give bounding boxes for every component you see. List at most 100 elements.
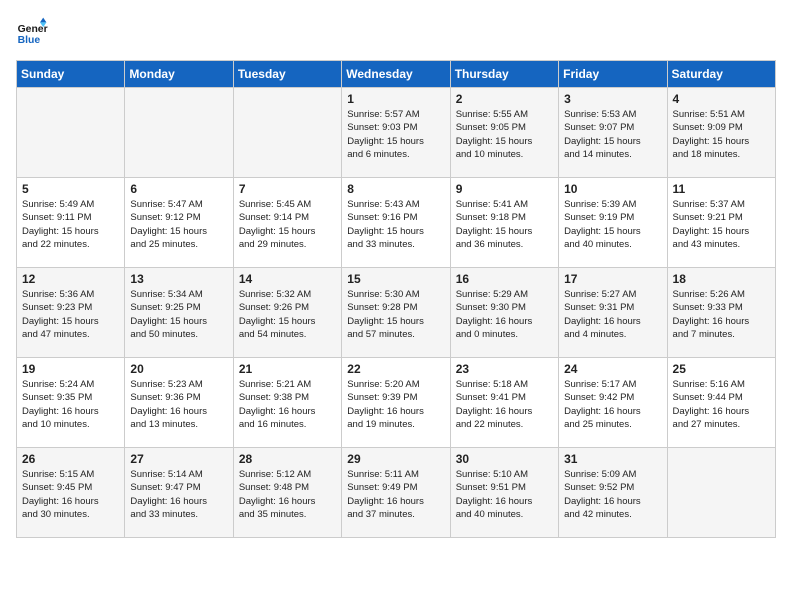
calendar-cell: 13 Sunrise: 5:34 AMSunset: 9:25 PMDayligh… [125,268,233,358]
week-row-2: 5 Sunrise: 5:49 AMSunset: 9:11 PMDaylight… [17,178,776,268]
cell-content: Sunrise: 5:55 AMSunset: 9:05 PMDaylight:… [456,108,553,161]
cell-content: Sunrise: 5:26 AMSunset: 9:33 PMDaylight:… [673,288,770,341]
cell-content: Sunrise: 5:36 AMSunset: 9:23 PMDaylight:… [22,288,119,341]
calendar-cell: 26 Sunrise: 5:15 AMSunset: 9:45 PMDayligh… [17,448,125,538]
col-header-tuesday: Tuesday [233,61,341,88]
cell-content: Sunrise: 5:32 AMSunset: 9:26 PMDaylight:… [239,288,336,341]
day-number: 19 [22,362,119,376]
calendar-cell: 11 Sunrise: 5:37 AMSunset: 9:21 PMDayligh… [667,178,775,268]
cell-content: Sunrise: 5:57 AMSunset: 9:03 PMDaylight:… [347,108,444,161]
svg-text:Blue: Blue [18,35,41,46]
calendar-cell [667,448,775,538]
calendar-cell: 16Sunrise: 5:29 AMSunset: 9:30 PMDayligh… [450,268,558,358]
day-number: 30 [456,452,553,466]
logo-icon: General Blue [16,16,48,48]
cell-content: Sunrise: 5:11 AMSunset: 9:49 PMDaylight:… [347,468,444,521]
day-number: 23 [456,362,553,376]
day-number: 8 [347,182,444,196]
col-header-wednesday: Wednesday [342,61,450,88]
day-number: 13 [130,272,227,286]
col-header-sunday: Sunday [17,61,125,88]
cell-content: Sunrise: 5:51 AMSunset: 9:09 PMDaylight:… [673,108,770,161]
calendar-cell: 9Sunrise: 5:41 AMSunset: 9:18 PMDaylight… [450,178,558,268]
cell-content: Sunrise: 5:39 AMSunset: 9:19 PMDaylight:… [564,198,661,251]
calendar-cell: 22 Sunrise: 5:20 AMSunset: 9:39 PMDayligh… [342,358,450,448]
day-number: 3 [564,92,661,106]
cell-content: Sunrise: 5:18 AMSunset: 9:41 PMDaylight:… [456,378,553,431]
cell-content: Sunrise: 5:16 AMSunset: 9:44 PMDaylight:… [673,378,770,431]
cell-content: Sunrise: 5:27 AMSunset: 9:31 PMDaylight:… [564,288,661,341]
col-header-friday: Friday [559,61,667,88]
cell-content: Sunrise: 5:10 AMSunset: 9:51 PMDaylight:… [456,468,553,521]
calendar-cell: 30 Sunrise: 5:10 AMSunset: 9:51 PMDayligh… [450,448,558,538]
day-number: 21 [239,362,336,376]
cell-content: Sunrise: 5:09 AMSunset: 9:52 PMDaylight:… [564,468,661,521]
cell-content: Sunrise: 5:47 AMSunset: 9:12 PMDaylight:… [130,198,227,251]
calendar-cell: 4 Sunrise: 5:51 AMSunset: 9:09 PMDaylight… [667,88,775,178]
day-number: 1 [347,92,444,106]
calendar-cell: 14Sunrise: 5:32 AMSunset: 9:26 PMDayligh… [233,268,341,358]
calendar-cell: 21 Sunrise: 5:21 AMSunset: 9:38 PMDayligh… [233,358,341,448]
page-header: General Blue [16,16,776,48]
day-number: 4 [673,92,770,106]
cell-content: Sunrise: 5:12 AMSunset: 9:48 PMDaylight:… [239,468,336,521]
day-number: 22 [347,362,444,376]
cell-content: Sunrise: 5:37 AMSunset: 9:21 PMDaylight:… [673,198,770,251]
day-number: 29 [347,452,444,466]
cell-content: Sunrise: 5:24 AMSunset: 9:35 PMDaylight:… [22,378,119,431]
day-number: 27 [130,452,227,466]
col-header-monday: Monday [125,61,233,88]
calendar-cell: 12Sunrise: 5:36 AMSunset: 9:23 PMDayligh… [17,268,125,358]
cell-content: Sunrise: 5:20 AMSunset: 9:39 PMDaylight:… [347,378,444,431]
week-row-3: 12Sunrise: 5:36 AMSunset: 9:23 PMDayligh… [17,268,776,358]
logo: General Blue [16,16,48,48]
day-number: 15 [347,272,444,286]
calendar-cell: 2 Sunrise: 5:55 AMSunset: 9:05 PMDaylight… [450,88,558,178]
cell-content: Sunrise: 5:45 AMSunset: 9:14 PMDaylight:… [239,198,336,251]
day-number: 17 [564,272,661,286]
cell-content: Sunrise: 5:15 AMSunset: 9:45 PMDaylight:… [22,468,119,521]
calendar-cell: 5 Sunrise: 5:49 AMSunset: 9:11 PMDaylight… [17,178,125,268]
day-number: 10 [564,182,661,196]
calendar-cell: 29 Sunrise: 5:11 AMSunset: 9:49 PMDayligh… [342,448,450,538]
cell-content: Sunrise: 5:41 AMSunset: 9:18 PMDaylight:… [456,198,553,251]
day-number: 7 [239,182,336,196]
cell-content: Sunrise: 5:34 AMSunset: 9:25 PMDaylight:… [130,288,227,341]
calendar-cell: 18Sunrise: 5:26 AMSunset: 9:33 PMDayligh… [667,268,775,358]
cell-content: Sunrise: 5:30 AMSunset: 9:28 PMDaylight:… [347,288,444,341]
calendar-cell: 31 Sunrise: 5:09 AMSunset: 9:52 PMDayligh… [559,448,667,538]
day-number: 20 [130,362,227,376]
day-number: 26 [22,452,119,466]
week-row-5: 26 Sunrise: 5:15 AMSunset: 9:45 PMDayligh… [17,448,776,538]
cell-content: Sunrise: 5:43 AMSunset: 9:16 PMDaylight:… [347,198,444,251]
calendar-cell: 19 Sunrise: 5:24 AMSunset: 9:35 PMDayligh… [17,358,125,448]
cell-content: Sunrise: 5:21 AMSunset: 9:38 PMDaylight:… [239,378,336,431]
day-number: 25 [673,362,770,376]
calendar-table: SundayMondayTuesdayWednesdayThursdayFrid… [16,60,776,538]
calendar-cell: 25 Sunrise: 5:16 AMSunset: 9:44 PMDayligh… [667,358,775,448]
col-header-saturday: Saturday [667,61,775,88]
day-number: 11 [673,182,770,196]
cell-content: Sunrise: 5:29 AMSunset: 9:30 PMDaylight:… [456,288,553,341]
calendar-cell: 8 Sunrise: 5:43 AMSunset: 9:16 PMDaylight… [342,178,450,268]
day-number: 2 [456,92,553,106]
day-number: 28 [239,452,336,466]
calendar-cell: 23 Sunrise: 5:18 AMSunset: 9:41 PMDayligh… [450,358,558,448]
day-number: 31 [564,452,661,466]
day-number: 6 [130,182,227,196]
cell-content: Sunrise: 5:23 AMSunset: 9:36 PMDaylight:… [130,378,227,431]
calendar-cell: 28 Sunrise: 5:12 AMSunset: 9:48 PMDayligh… [233,448,341,538]
cell-content: Sunrise: 5:49 AMSunset: 9:11 PMDaylight:… [22,198,119,251]
calendar-cell [233,88,341,178]
cell-content: Sunrise: 5:17 AMSunset: 9:42 PMDaylight:… [564,378,661,431]
calendar-cell: 15 Sunrise: 5:30 AMSunset: 9:28 PMDayligh… [342,268,450,358]
calendar-cell: 20 Sunrise: 5:23 AMSunset: 9:36 PMDayligh… [125,358,233,448]
calendar-cell [125,88,233,178]
calendar-cell: 24Sunrise: 5:17 AMSunset: 9:42 PMDayligh… [559,358,667,448]
week-row-4: 19 Sunrise: 5:24 AMSunset: 9:35 PMDayligh… [17,358,776,448]
calendar-cell: 7 Sunrise: 5:45 AMSunset: 9:14 PMDaylight… [233,178,341,268]
calendar-cell [17,88,125,178]
calendar-cell: 6 Sunrise: 5:47 AMSunset: 9:12 PMDaylight… [125,178,233,268]
cell-content: Sunrise: 5:53 AMSunset: 9:07 PMDaylight:… [564,108,661,161]
day-number: 5 [22,182,119,196]
